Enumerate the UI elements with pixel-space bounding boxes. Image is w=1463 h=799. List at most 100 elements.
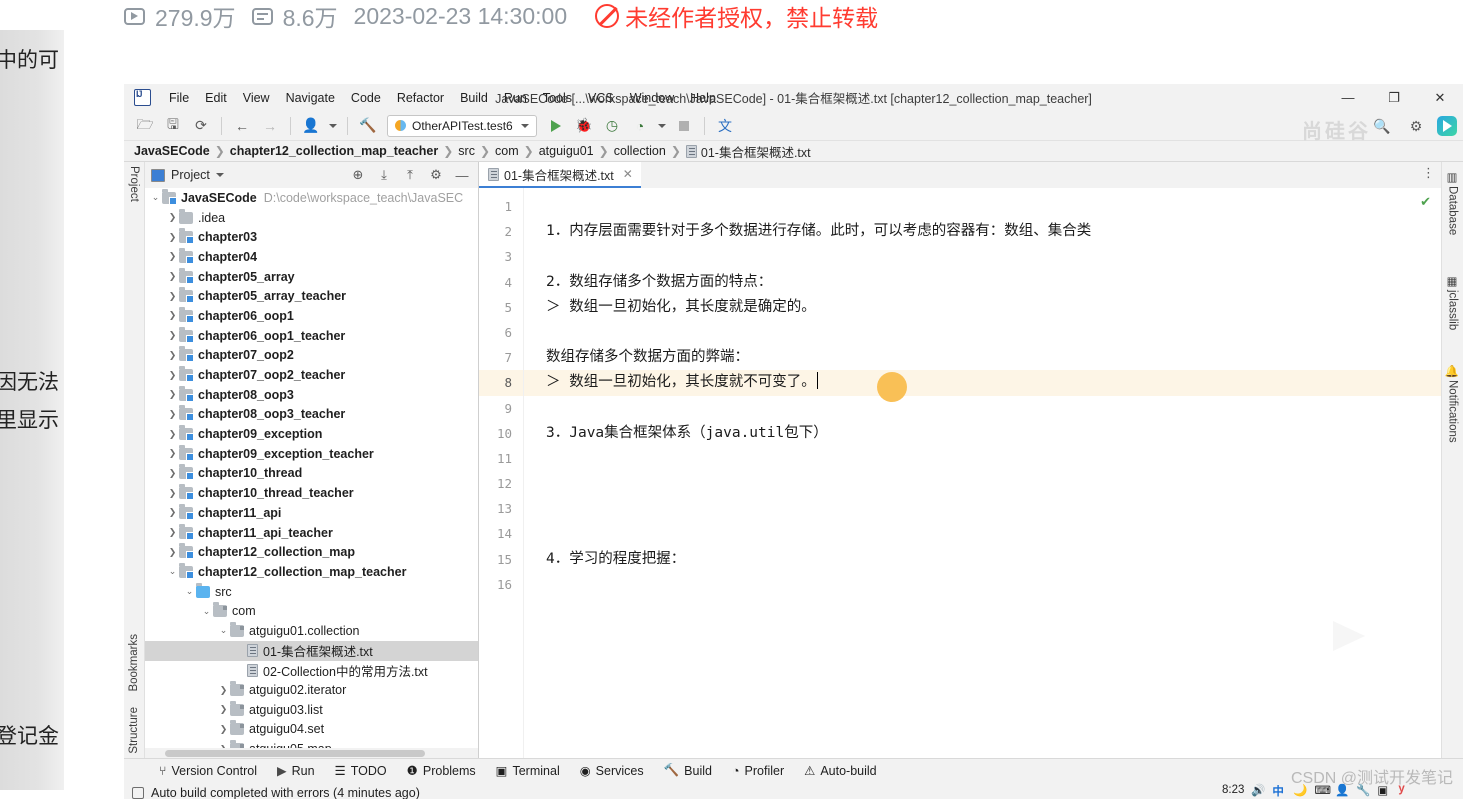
- ime-chinese-icon[interactable]: 中: [1272, 783, 1286, 798]
- line-number[interactable]: 2: [479, 219, 523, 244]
- expand-all-icon[interactable]: ⤓: [374, 165, 394, 185]
- run-with-coverage-button[interactable]: ◷: [599, 114, 625, 138]
- tree-row[interactable]: ❯ chapter09_exception_teacher: [145, 444, 478, 464]
- toolwindow-profiler[interactable]: ◔ Profiler: [723, 762, 793, 780]
- line-number[interactable]: 9: [479, 396, 523, 421]
- tree-row[interactable]: ⌄ chapter12_collection_map_teacher: [145, 562, 478, 582]
- tree-row[interactable]: ❯ atguigu02.iterator: [145, 680, 478, 700]
- editor-tab-01[interactable]: 01-集合框架概述.txt ✕: [479, 162, 641, 188]
- profile-icon[interactable]: 👤: [298, 114, 324, 138]
- chevron-right-icon[interactable]: ❯: [217, 685, 230, 696]
- breadcrumb-item-file[interactable]: 01-集合框架概述.txt: [685, 142, 811, 161]
- chevron-right-icon[interactable]: ❯: [166, 448, 179, 459]
- line-number[interactable]: 7: [479, 345, 523, 370]
- search-icon[interactable]: 🔍: [1369, 114, 1395, 138]
- chevron-right-icon[interactable]: ❯: [166, 468, 179, 479]
- locate-file-icon[interactable]: ⊕: [348, 165, 368, 185]
- tree-row[interactable]: ❯ chapter10_thread_teacher: [145, 483, 478, 503]
- code-line[interactable]: 数组存储多个数据方面的弊端：: [524, 345, 1441, 370]
- code-line[interactable]: 1．内存层面需要针对于多个数据进行存储。此时，可以考虑的容器有：数组、集合类: [524, 219, 1441, 244]
- line-number[interactable]: 13: [479, 496, 523, 521]
- code-line[interactable]: [524, 396, 1441, 421]
- breadcrumb-item-module[interactable]: chapter12_collection_map_teacher: [230, 144, 438, 158]
- line-number[interactable]: 4: [479, 270, 523, 295]
- toolwindow-terminal[interactable]: ▣ Terminal: [487, 761, 569, 780]
- project-settings-icon[interactable]: ⚙: [426, 165, 446, 185]
- chevron-right-icon[interactable]: ❯: [166, 409, 179, 420]
- line-number[interactable]: 16: [479, 572, 523, 597]
- tree-row[interactable]: ⌄ com: [145, 601, 478, 621]
- chevron-right-icon[interactable]: ❯: [166, 547, 179, 558]
- volume-icon[interactable]: 🔊: [1251, 783, 1265, 797]
- breadcrumb-item-project[interactable]: JavaSECode: [134, 144, 210, 158]
- chevron-right-icon[interactable]: ❯: [166, 212, 179, 223]
- debug-button[interactable]: 🐞: [571, 114, 597, 138]
- tree-row[interactable]: ❯ chapter07_oop2_teacher: [145, 365, 478, 385]
- line-number[interactable]: 15: [479, 547, 523, 572]
- tree-row[interactable]: ❯ chapter08_oop3: [145, 385, 478, 405]
- chevron-right-icon[interactable]: ❯: [166, 251, 179, 262]
- chevron-right-icon[interactable]: ❯: [217, 724, 230, 735]
- menu-view[interactable]: View: [235, 88, 278, 108]
- menu-refactor[interactable]: Refactor: [389, 88, 452, 108]
- tree-row[interactable]: ❯ chapter11_api_teacher: [145, 523, 478, 543]
- hide-panel-icon[interactable]: —: [452, 165, 472, 185]
- tree-row[interactable]: 02-Collection中的常用方法.txt: [145, 661, 478, 681]
- tree-row[interactable]: ❯ chapter12_collection_map: [145, 542, 478, 562]
- chevron-right-icon[interactable]: ❯: [166, 370, 179, 381]
- run-configuration-selector[interactable]: OtherAPITest.test6: [387, 114, 537, 137]
- chevron-right-icon[interactable]: ❯: [166, 389, 179, 400]
- toolwindow-services[interactable]: ◉ Services: [571, 761, 653, 780]
- tree-row[interactable]: ❯ chapter06_oop1_teacher: [145, 326, 478, 346]
- profiler-button[interactable]: ◔: [627, 114, 653, 138]
- chevron-down-icon[interactable]: ⌄: [149, 192, 162, 203]
- profiler-dropdown-icon[interactable]: [655, 114, 669, 138]
- tree-row[interactable]: ❯ chapter07_oop2: [145, 346, 478, 366]
- project-tree[interactable]: ⌄ JavaSECode D:\code\workspace_teach\JavaS…: [145, 188, 478, 748]
- sync-icon[interactable]: ⟳: [188, 114, 214, 138]
- chevron-right-icon[interactable]: ❯: [166, 429, 179, 440]
- code-line[interactable]: [524, 446, 1441, 471]
- tree-row[interactable]: ❯ chapter06_oop1: [145, 306, 478, 326]
- tree-row[interactable]: ❯ chapter10_thread: [145, 464, 478, 484]
- scrollbar-thumb[interactable]: [165, 750, 425, 757]
- menu-edit[interactable]: Edit: [197, 88, 235, 108]
- close-button[interactable]: ✕: [1417, 84, 1463, 111]
- chevron-down-icon[interactable]: ⌄: [217, 625, 230, 636]
- toolwindow-run[interactable]: ▶ Run: [268, 761, 324, 780]
- toolwindow-problems[interactable]: ❶ Problems: [398, 761, 485, 780]
- toolwindow-auto-build[interactable]: ⚠ Auto-build: [795, 761, 886, 780]
- breadcrumb-item-src[interactable]: src: [458, 144, 475, 158]
- tree-row[interactable]: ⌄ src: [145, 582, 478, 602]
- chevron-right-icon[interactable]: ❯: [166, 310, 179, 321]
- tree-row[interactable]: ❯ .idea: [145, 208, 478, 228]
- tree-row[interactable]: ❯ chapter04: [145, 247, 478, 267]
- chevron-right-icon[interactable]: ❯: [166, 527, 179, 538]
- chevron-right-icon[interactable]: ❯: [166, 507, 179, 518]
- chevron-right-icon[interactable]: ❯: [166, 330, 179, 341]
- line-number[interactable]: 6: [479, 320, 523, 345]
- navigate-forward-icon[interactable]: →: [257, 114, 283, 138]
- line-number[interactable]: 5: [479, 295, 523, 320]
- minimize-button[interactable]: —: [1325, 84, 1371, 111]
- open-project-icon[interactable]: 🗁: [132, 114, 158, 138]
- strip-item-bookmarks[interactable]: Bookmarks: [128, 634, 140, 692]
- code-line[interactable]: 2．数组存储多个数据方面的特点：: [524, 270, 1441, 295]
- code-line[interactable]: [524, 320, 1441, 345]
- tree-row[interactable]: ❯atguigu05.map: [145, 739, 478, 748]
- translate-icon[interactable]: 文: [712, 114, 738, 138]
- code-line[interactable]: 3．Java集合框架体系（java.util包下）: [524, 421, 1441, 446]
- tree-row[interactable]: 01-集合框架概述.txt: [145, 640, 478, 661]
- editor-options-icon[interactable]: ⋮: [1422, 166, 1435, 179]
- chevron-right-icon[interactable]: ❯: [217, 704, 230, 715]
- toolwindow-todo[interactable]: ☰ TODO: [326, 761, 396, 780]
- menu-navigate[interactable]: Navigate: [278, 88, 343, 108]
- tree-row[interactable]: ❯ chapter05_array_teacher: [145, 286, 478, 306]
- code-line[interactable]: [524, 521, 1441, 546]
- clock[interactable]: 8:23: [1222, 784, 1244, 796]
- tab-close-icon[interactable]: ✕: [623, 167, 633, 181]
- breadcrumb-item-atguigu01[interactable]: atguigu01: [539, 144, 594, 158]
- line-number[interactable]: 12: [479, 471, 523, 496]
- chevron-down-icon[interactable]: ⌄: [200, 606, 213, 617]
- toolwindow-build[interactable]: 🔨 Build: [655, 761, 721, 780]
